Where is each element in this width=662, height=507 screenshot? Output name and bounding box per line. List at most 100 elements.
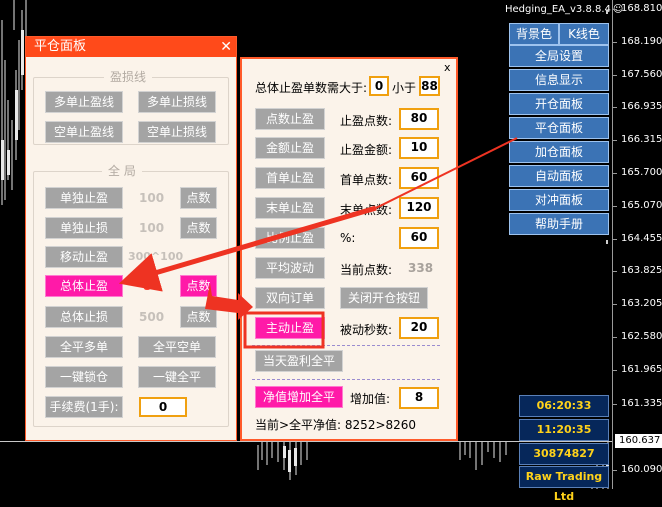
auto-panel-button[interactable]: 自动面板 [509,165,609,187]
total-sl-unit-button[interactable]: 点数 [180,306,217,328]
buy-sl-line-button[interactable]: 多单止损线 [138,91,216,113]
price-label: 162.580 [621,331,662,342]
current-points-value: 338 [408,261,434,275]
open-panel-button[interactable]: 开仓面板 [509,93,609,115]
trailing-value: 300^100 [128,250,184,263]
price-tick [613,470,617,471]
total-tp-unit-button[interactable]: 点数 [180,275,217,297]
day-profit-close-all-button[interactable]: 当天盈利全平 [255,350,343,372]
total-sl-value: 500 [139,310,165,324]
last-order-tp-button[interactable]: 末单止盈 [255,197,325,219]
one-click-close-all-button[interactable]: 一键全平 [138,366,216,388]
account-number: 30874827 [519,443,609,465]
bidirectional-order-button[interactable]: 双向订单 [255,287,325,309]
section-title: 全 局 [102,162,142,179]
active-tp-button[interactable]: 主动止盈 [255,317,325,339]
price-tick [613,173,617,174]
close-position-panel: 平仓面板 ✕ 盈损线 多单止盈线 多单止损线 空单止盈线 空单止损线 全 局 单… [25,36,237,441]
close-all-sell-button[interactable]: 全平空单 [138,336,216,358]
ea-title: Hedging_EA_v3.8.8.4 ☺ [505,4,623,15]
fee-label: 手续费(1手): [45,396,123,418]
first-order-points-input[interactable]: 60 [399,167,439,189]
ratio-input[interactable]: 60 [399,227,439,249]
trailing-tp-button[interactable]: 移动止盈 [45,246,123,268]
price-tick [613,304,617,305]
k-color-button[interactable]: K线色 [559,23,609,45]
fee-input[interactable]: 0 [139,397,187,417]
total-sl-button[interactable]: 总体止损 [45,306,123,328]
help-manual-button[interactable]: 帮助手册 [509,213,609,235]
single-sl-value: 100 [139,221,165,235]
price-tick [613,9,617,10]
current-price-label: 160.637 [615,434,662,448]
price-tick [613,337,617,338]
points-tp-button[interactable]: 点数止盈 [255,108,325,130]
price-tick [613,206,617,207]
price-label: 167.560 [621,69,662,80]
sell-tp-line-button[interactable]: 空单止盈线 [45,121,123,143]
broker-name: Raw Trading Ltd [519,466,609,503]
first-order-points-label: 首单点数: [340,173,393,187]
equity-status-text: 当前>全平净值: 8252>8260 [255,418,417,432]
single-tp-unit-button[interactable]: 点数 [180,187,217,209]
average-wave-button[interactable]: 平均波动 [255,257,325,279]
first-order-tp-button[interactable]: 首单止盈 [255,167,325,189]
ratio-tp-button[interactable]: 比例止盈 [255,227,325,249]
tp-points-input[interactable]: 80 [399,108,439,130]
total-tp-button[interactable]: 总体止盈 [45,275,123,297]
price-tick [613,239,617,240]
tp-amount-input[interactable]: 10 [399,137,439,159]
single-tp-value: 100 [139,191,165,205]
sell-sl-line-button[interactable]: 空单止损线 [138,121,216,143]
divider [252,379,440,380]
current-price-line [0,441,612,442]
single-sl-button[interactable]: 单独止损 [45,217,123,239]
divider [252,345,440,346]
close-icon[interactable]: ✕ [220,37,232,57]
global-section [33,171,229,427]
passive-seconds-input[interactable]: 20 [399,317,439,339]
last-order-points-label: 末单点数: [340,203,393,217]
price-label: 165.700 [621,167,662,178]
passive-seconds-label: 被动秒数: [340,323,393,337]
close-icon[interactable]: x [444,61,451,74]
price-tick [613,370,617,371]
close-open-buttons-button[interactable]: 关闭开仓按钮 [340,287,428,309]
increase-value-input[interactable]: 8 [399,387,439,409]
section-title: 盈损线 [104,68,153,85]
close-panel-button[interactable]: 平仓面板 [509,117,609,139]
current-points-label: 当前点数: [340,263,393,277]
price-tick [613,271,617,272]
equity-increase-close-all-button[interactable]: 净值增加全平 [255,386,343,408]
price-tick [613,404,617,405]
order-count-min-input[interactable]: 0 [369,76,389,96]
price-label: 163.205 [621,298,662,309]
time-display-2: 11:20:35 [519,419,609,441]
global-settings-button[interactable]: 全局设置 [509,45,609,67]
price-label: 164.455 [621,233,662,244]
price-label: 160.090 [621,464,662,475]
price-tick [613,75,617,76]
ratio-label: %: [340,231,356,245]
bg-color-button[interactable]: 背景色 [509,23,559,45]
single-sl-unit-button[interactable]: 点数 [180,217,217,239]
price-label: 166.315 [621,134,662,145]
price-label: 166.935 [621,101,662,112]
one-click-lock-button[interactable]: 一键锁仓 [45,366,123,388]
add-panel-button[interactable]: 加仓面板 [509,141,609,163]
price-tick [613,42,617,43]
price-tick [613,140,617,141]
total-tp-value: 80 [143,279,160,293]
hedge-panel-button[interactable]: 对冲面板 [509,189,609,211]
price-label: 168.190 [621,36,662,47]
info-display-button[interactable]: 信息显示 [509,69,609,91]
close-all-buy-button[interactable]: 全平多单 [45,336,123,358]
buy-tp-line-button[interactable]: 多单止盈线 [45,91,123,113]
order-count-max-input[interactable]: 88 [419,76,440,96]
amount-tp-button[interactable]: 金额止盈 [255,137,325,159]
tp-amount-label: 止盈金额: [340,143,393,157]
last-order-points-input[interactable]: 120 [399,197,439,219]
panel-title: 平仓面板 [34,39,87,54]
single-tp-button[interactable]: 单独止盈 [45,187,123,209]
panel-header[interactable]: 平仓面板 ✕ [26,37,236,57]
